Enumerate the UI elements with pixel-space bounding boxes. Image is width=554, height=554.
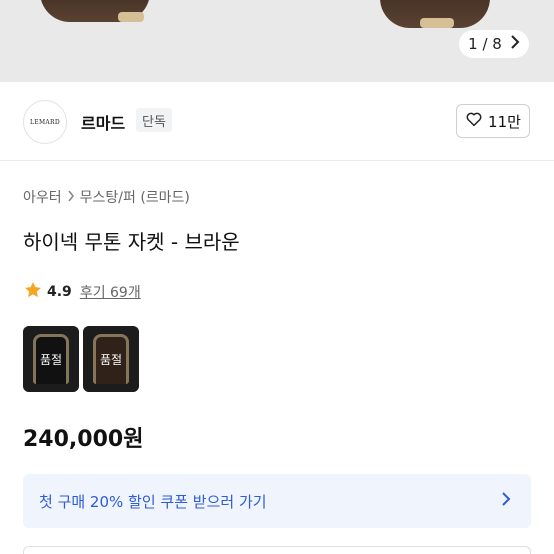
coupon-text: 첫 구매 20% 할인 쿠폰 받으러 가기 <box>39 492 267 511</box>
chevron-right-icon <box>501 491 511 511</box>
store-header: LEMARD 르마드 단독 11만 <box>0 98 554 150</box>
store-logo-text: LEMARD <box>30 118 60 126</box>
store-name-link[interactable]: 르마드 <box>81 110 125 134</box>
option-thumbnails: 품절 품절 <box>23 326 139 392</box>
star-icon <box>23 280 43 304</box>
like-button[interactable]: 11만 <box>456 104 530 138</box>
like-count: 11만 <box>488 112 521 131</box>
product-photo-cuff-right <box>420 18 454 28</box>
breadcrumb-item-category[interactable]: 무스탕/퍼 (르마드) <box>80 187 190 207</box>
section-divider <box>0 160 554 161</box>
breadcrumb: 아우터 무스탕/퍼 (르마드) <box>23 187 190 207</box>
chevron-right-icon <box>510 35 520 53</box>
product-price: 240,000원 <box>23 427 144 452</box>
chevron-right-icon <box>67 190 75 205</box>
product-title: 하이넥 무톤 자켓 - 브라운 <box>23 230 240 254</box>
heart-outline-icon <box>465 110 483 132</box>
breadcrumb-item-outer[interactable]: 아우터 <box>23 187 62 207</box>
product-photo-cuff-left <box>118 12 144 22</box>
soldout-label: 품절 <box>23 326 79 392</box>
soldout-label: 품절 <box>83 326 139 392</box>
reviews-link[interactable]: 후기 69개 <box>80 282 141 302</box>
rating-row: 4.9 후기 69개 <box>23 280 141 304</box>
product-image-carousel[interactable]: 1 / 8 <box>0 0 554 82</box>
rating-score: 4.9 <box>47 284 72 300</box>
next-section-box <box>23 546 531 554</box>
first-purchase-coupon-banner[interactable]: 첫 구매 20% 할인 쿠폰 받으러 가기 <box>23 474 531 528</box>
image-counter-button[interactable]: 1 / 8 <box>459 30 529 58</box>
option-thumbnail-black[interactable]: 품절 <box>23 326 79 392</box>
exclusive-badge: 단독 <box>136 108 172 132</box>
store-logo[interactable]: LEMARD <box>23 100 67 144</box>
image-counter-text: 1 / 8 <box>468 35 502 53</box>
option-thumbnail-brown[interactable]: 품절 <box>83 326 139 392</box>
